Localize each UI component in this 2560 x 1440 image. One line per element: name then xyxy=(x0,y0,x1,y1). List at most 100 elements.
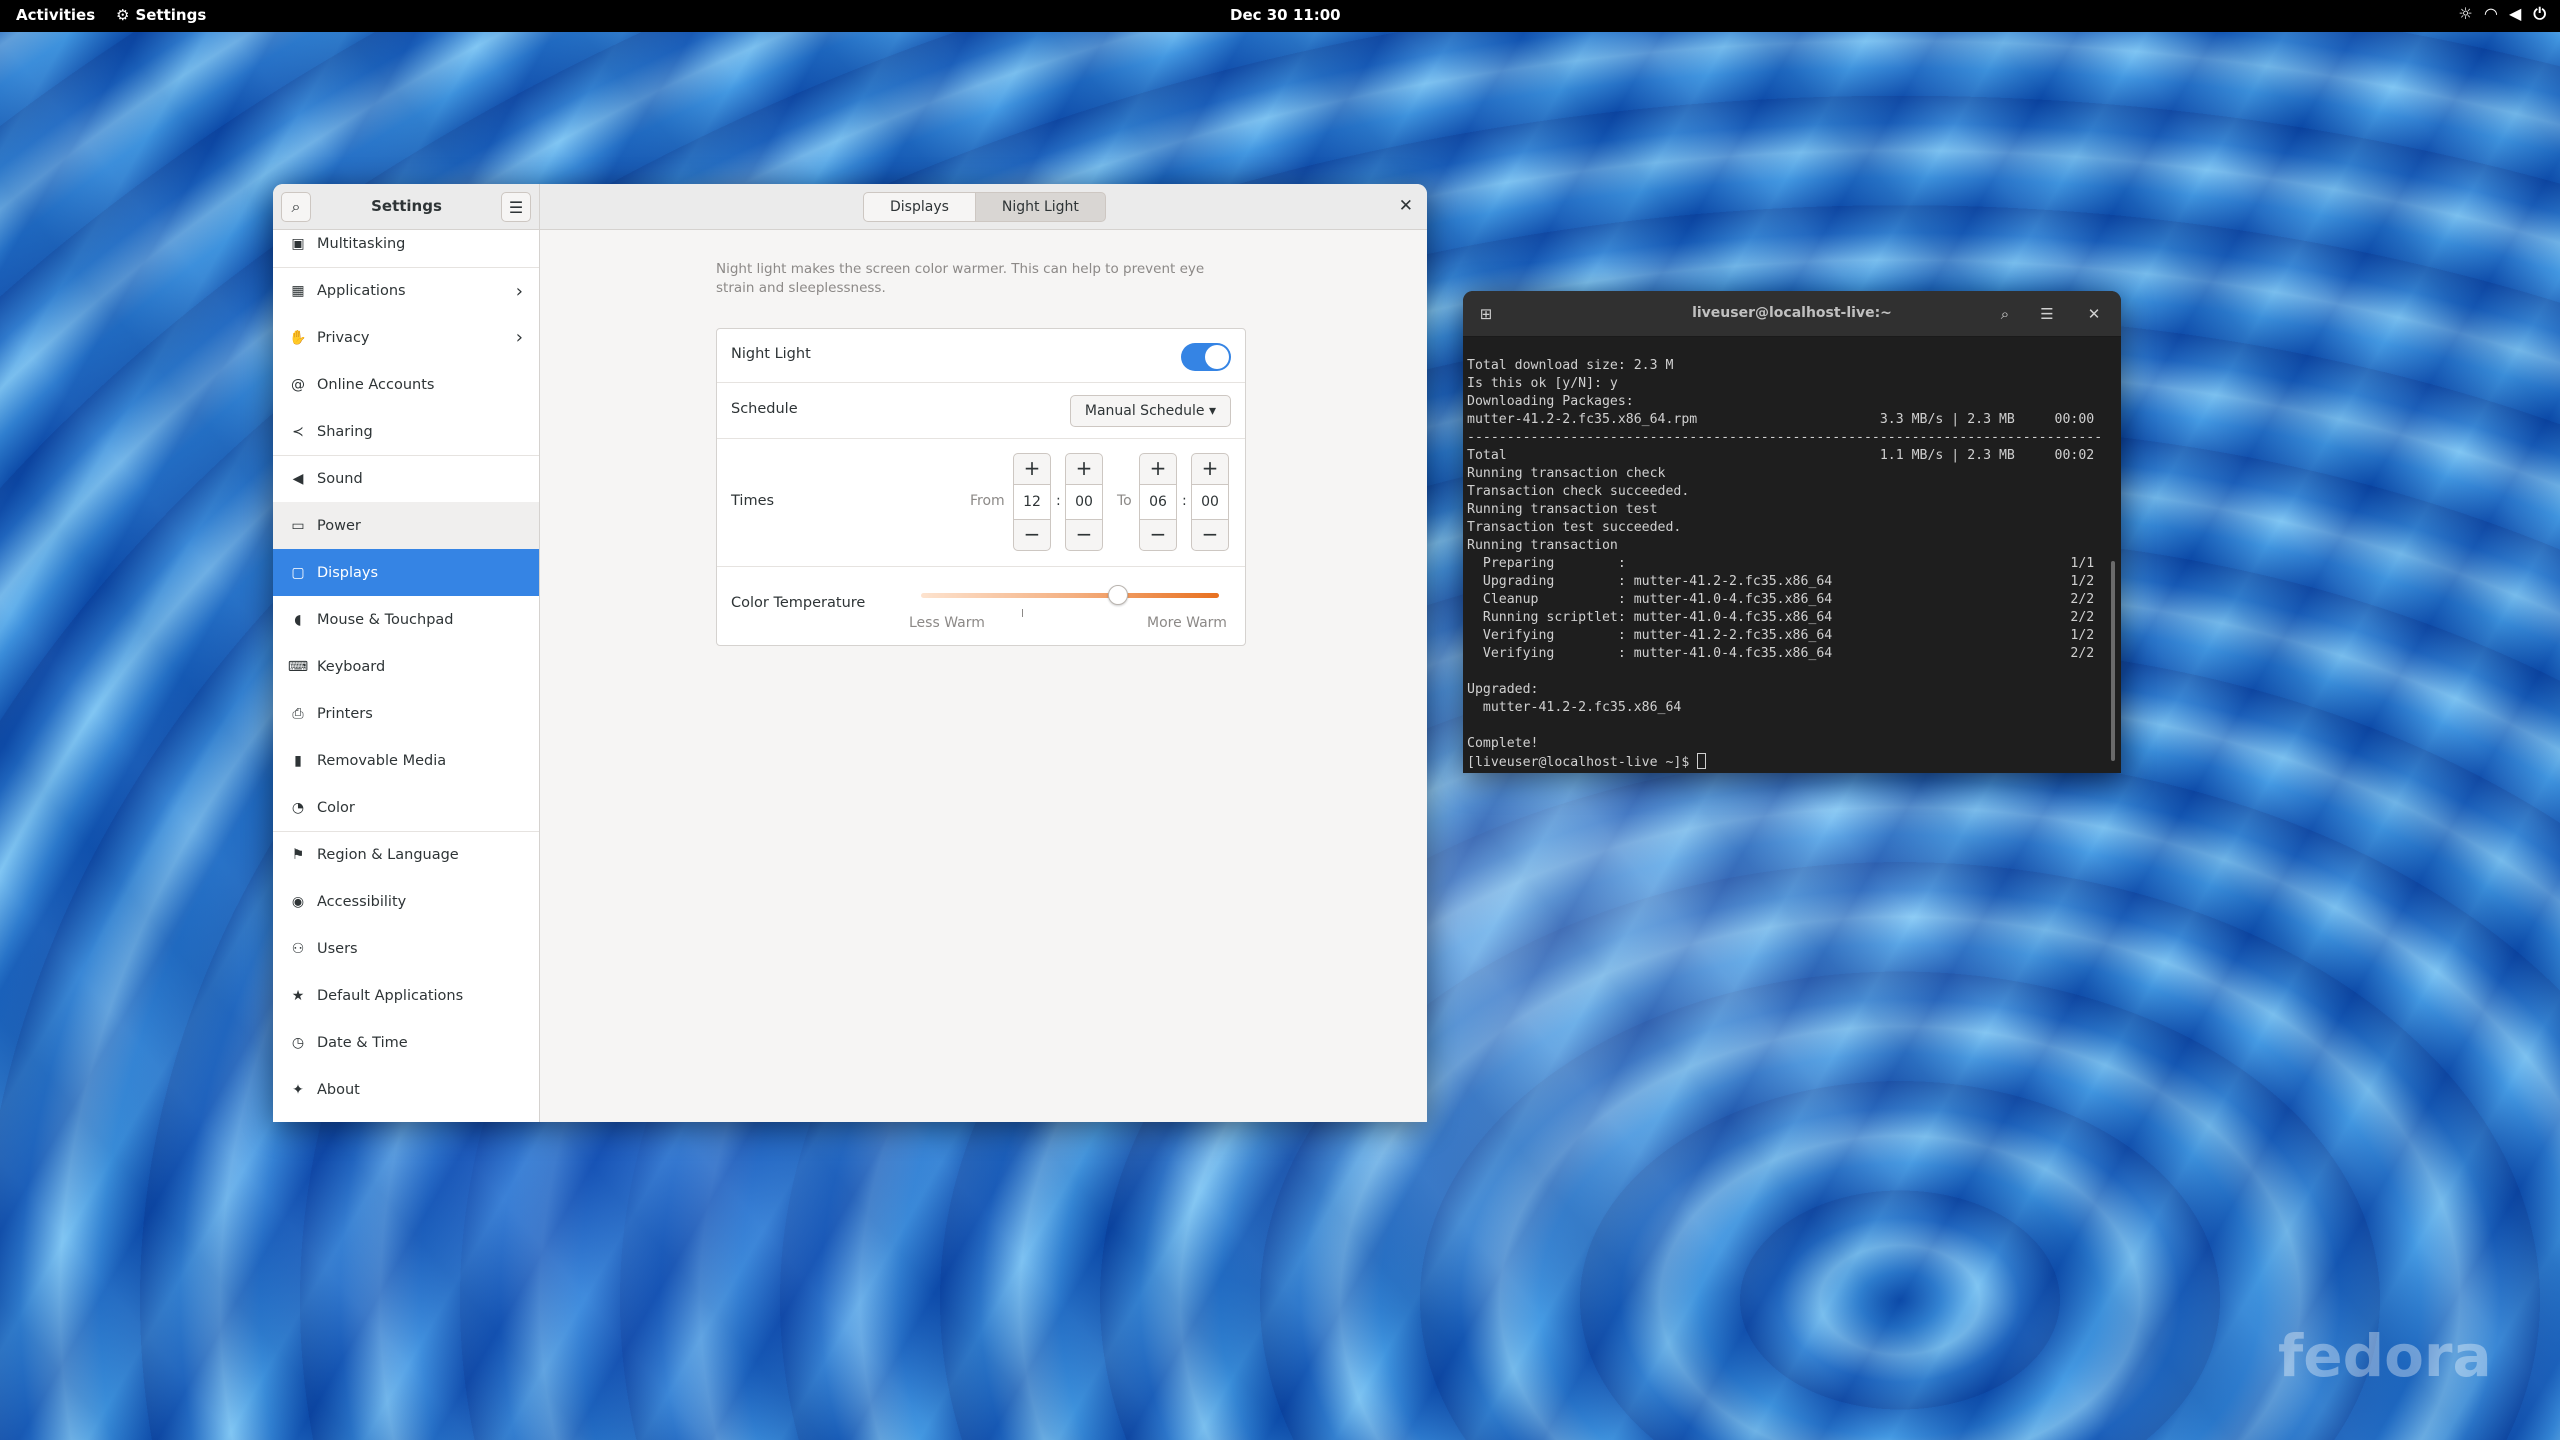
sidebar-item-applications[interactable]: ▦ Applications › xyxy=(273,267,539,314)
from-hour-value[interactable]: 12 xyxy=(1013,485,1051,519)
users-icon: ⚇ xyxy=(291,940,305,957)
sidebar-item-accessibility[interactable]: ◉ Accessibility xyxy=(273,878,539,925)
night-light-icon: ☼ xyxy=(2458,4,2473,23)
sidebar-item-keyboard[interactable]: ⌨ Keyboard xyxy=(273,643,539,690)
applications-icon: ▦ xyxy=(291,283,305,299)
terminal-close-button[interactable]: ✕ xyxy=(2079,300,2109,328)
mouse-icon: ◖ xyxy=(294,611,302,628)
sidebar-item-about[interactable]: ✦ About xyxy=(273,1066,539,1113)
app-menu[interactable]: ⚙ Settings xyxy=(116,6,206,24)
sidebar-item-displays[interactable]: ▢ Displays xyxy=(273,549,539,596)
time-separator: : xyxy=(1056,493,1061,509)
terminal-search-button[interactable]: ⌕ xyxy=(1990,300,2020,328)
close-button[interactable]: ✕ xyxy=(1399,196,1413,216)
terminal-line: Verifying : mutter-41.2-2.fc35.x86_64 1/… xyxy=(1467,628,2095,643)
decrement-button[interactable]: − xyxy=(1065,519,1103,551)
terminal-output[interactable]: Total download size: 2.3 M Is this ok [y/… xyxy=(1467,357,2107,772)
power-icon: ⏻ xyxy=(2533,4,2546,23)
sidebar-item-sharing[interactable]: ≺ Sharing xyxy=(273,408,539,455)
night-light-toggle[interactable] xyxy=(1181,343,1231,371)
terminal-prompt: [liveuser@localhost-live ~]$ xyxy=(1467,753,2107,772)
sidebar-item-privacy[interactable]: ✋ Privacy › xyxy=(273,314,539,361)
sidebar-item-label: Printers xyxy=(317,705,373,722)
terminal-window: ⊞ liveuser@localhost-live:~ ⌕ ☰ ✕ Total … xyxy=(1463,291,2121,773)
tab-displays[interactable]: Displays xyxy=(863,192,976,222)
sidebar-item-label: Applications xyxy=(317,283,406,299)
sidebar-item-label: Users xyxy=(317,940,358,957)
schedule-dropdown[interactable]: Manual Schedule ▾ xyxy=(1069,395,1231,427)
system-tray[interactable]: ☼ ◠ ◀ ⏻ xyxy=(2458,4,2546,24)
times-label: Times xyxy=(731,493,775,509)
terminal-line: Upgraded: xyxy=(1467,682,1539,697)
color-temperature-slider[interactable] xyxy=(921,593,1219,598)
schedule-value: Manual Schedule xyxy=(1084,403,1205,419)
terminal-title: liveuser@localhost-live:~ xyxy=(1692,305,1892,321)
app-menu-label: Settings xyxy=(135,6,207,24)
terminal-menu-button[interactable]: ☰ xyxy=(2032,300,2062,328)
decrement-button[interactable]: − xyxy=(1139,519,1177,551)
sidebar-item-sound[interactable]: ◀ Sound xyxy=(273,455,539,502)
terminal-line: Transaction check succeeded. xyxy=(1467,484,1690,499)
color-temperature-row: Color Temperature Less Warm More Warm xyxy=(717,567,1245,645)
sharing-icon: ≺ xyxy=(292,423,304,440)
more-warm-label: More Warm xyxy=(1147,615,1227,631)
sidebar-item-printers[interactable]: ⎙ Printers xyxy=(273,690,539,737)
gear-icon: ⚙ xyxy=(116,6,130,24)
night-light-row: Night Light xyxy=(717,329,1245,383)
displays-icon: ▢ xyxy=(291,564,305,581)
window-title: Settings xyxy=(371,197,442,215)
terminal-line: mutter-41.2-2.fc35.x86_64.rpm 3.3 MB/s |… xyxy=(1467,412,2095,427)
sidebar-item-label: Removable Media xyxy=(317,752,447,769)
terminal-scrollbar[interactable] xyxy=(2111,561,2115,761)
terminal-line: Complete! xyxy=(1467,736,1539,751)
sidebar-item-default-applications[interactable]: ★ Default Applications xyxy=(273,972,539,1019)
terminal-line: ----------------------------------------… xyxy=(1467,430,2103,445)
decrement-button[interactable]: − xyxy=(1013,519,1051,551)
sidebar: ▣ Multitasking ▦ Applications › ✋ Privac… xyxy=(273,230,540,1122)
hamburger-icon: ☰ xyxy=(508,197,524,217)
increment-button[interactable]: + xyxy=(1065,453,1103,485)
sidebar-item-mouse-touchpad[interactable]: ◖ Mouse & Touchpad xyxy=(273,596,539,643)
sidebar-item-date-time[interactable]: ◷ Date & Time xyxy=(273,1019,539,1066)
terminal-line: Running transaction test xyxy=(1467,502,1658,517)
slider-handle[interactable] xyxy=(1107,585,1128,605)
settings-window: ⌕ Settings ☰ Displays Night Light ✕ ▣ Mu… xyxy=(273,184,1427,1122)
tab-night-light[interactable]: Night Light xyxy=(975,192,1106,222)
toggle-knob xyxy=(1205,345,1229,369)
clock[interactable]: Dec 30 11:00 xyxy=(1230,6,1341,24)
sidebar-item-power[interactable]: ▭ Power xyxy=(273,502,539,549)
sidebar-item-label: About xyxy=(317,1081,360,1098)
from-minute-value[interactable]: 00 xyxy=(1065,485,1103,519)
sidebar-item-label: Sound xyxy=(317,471,363,487)
main-menu-button[interactable]: ☰ xyxy=(501,192,531,222)
sidebar-item-removable-media[interactable]: ▮ Removable Media xyxy=(273,737,539,784)
sidebar-item-multitasking[interactable]: ▣ Multitasking xyxy=(273,220,539,267)
color-icon: ◔ xyxy=(291,799,305,816)
fedora-watermark: fedora xyxy=(2278,1322,2492,1390)
night-light-panel: Night Light Schedule Manual Schedule ▾ T… xyxy=(716,328,1246,646)
increment-button[interactable]: + xyxy=(1191,453,1229,485)
sidebar-item-color[interactable]: ◔ Color xyxy=(273,784,539,831)
to-minute-value[interactable]: 00 xyxy=(1191,485,1229,519)
close-icon: ✕ xyxy=(2087,305,2101,323)
sound-icon: ◀ xyxy=(292,471,304,487)
to-minute-spinner: + 00 − xyxy=(1191,453,1229,551)
volume-icon: ◀ xyxy=(2509,4,2522,23)
to-hour-value[interactable]: 06 xyxy=(1139,485,1177,519)
increment-button[interactable]: + xyxy=(1139,453,1177,485)
terminal-cursor xyxy=(1697,753,1707,769)
clock-icon: ◷ xyxy=(291,1034,305,1051)
terminal-line: Running transaction check xyxy=(1467,466,1666,481)
increment-button[interactable]: + xyxy=(1013,453,1051,485)
decrement-button[interactable]: − xyxy=(1191,519,1229,551)
terminal-line: Transaction test succeeded. xyxy=(1467,520,1682,535)
activities-button[interactable]: Activities xyxy=(16,6,95,24)
schedule-label: Schedule xyxy=(731,401,798,417)
sidebar-item-region-language[interactable]: ⚑ Region & Language xyxy=(273,831,539,878)
sidebar-item-users[interactable]: ⚇ Users xyxy=(273,925,539,972)
removable-media-icon: ▮ xyxy=(294,752,302,769)
terminal-line: Preparing : 1/1 xyxy=(1467,556,2095,571)
sidebar-item-online-accounts[interactable]: @ Online Accounts xyxy=(273,361,539,408)
slider-default-mark xyxy=(1022,609,1023,617)
from-label: From xyxy=(970,493,1005,509)
